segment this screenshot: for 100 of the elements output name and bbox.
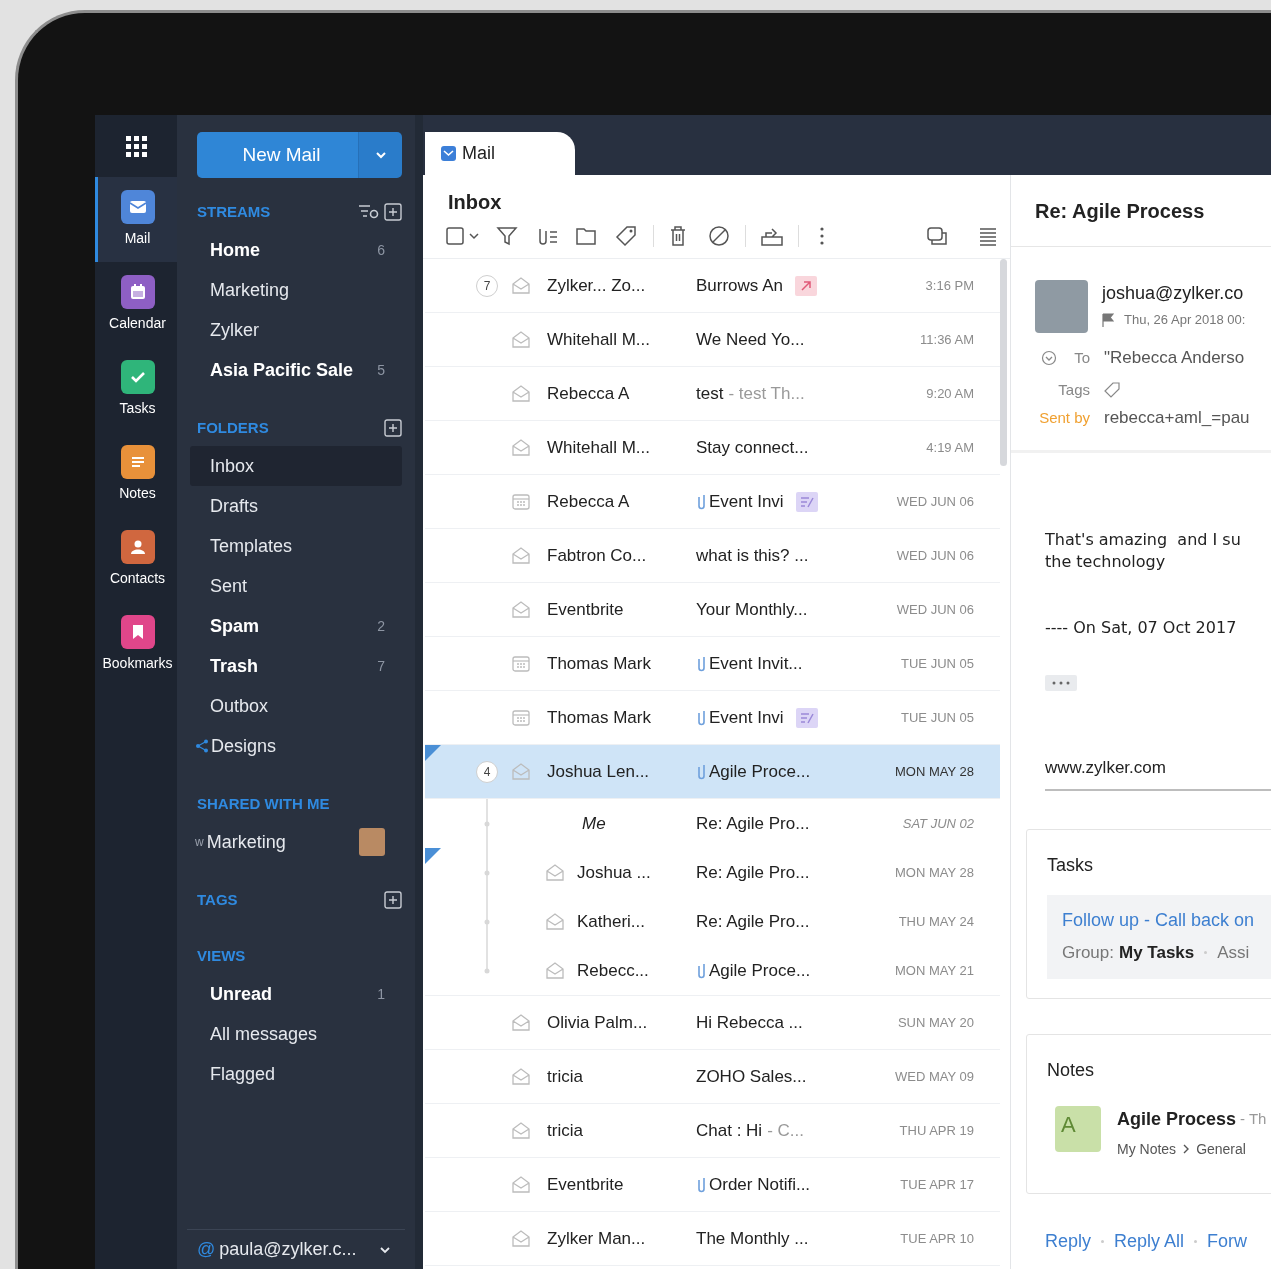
scrollbar-thumb[interactable] xyxy=(1000,259,1007,466)
caret-icon xyxy=(379,1245,391,1254)
message-date: MON MAY 28 xyxy=(894,863,975,882)
reply-action-link[interactable]: Reply All xyxy=(1114,1227,1185,1255)
breadcrumb-item[interactable]: General xyxy=(1196,1138,1246,1160)
envelope-icon xyxy=(511,438,531,457)
unread-count: 1 xyxy=(377,984,385,1004)
folder-icon[interactable] xyxy=(575,225,597,247)
folder-item[interactable]: Templates xyxy=(190,526,402,566)
sender-name: tricia xyxy=(547,1065,584,1088)
message-subject: Stay connect... xyxy=(696,436,809,459)
message-subject: Chat : Hi xyxy=(696,1119,763,1142)
folder-item[interactable]: Spam 2 xyxy=(190,606,402,646)
mail-tab[interactable]: Mail xyxy=(425,132,575,175)
folder-item[interactable]: All messages xyxy=(190,1014,402,1054)
caret-icon xyxy=(374,151,387,159)
task-item[interactable]: Follow up - Call back on Group: My Tasks Assi xyxy=(1047,894,1271,979)
folder-item[interactable]: Unread 1 xyxy=(190,974,402,1014)
section-heading: VIEWS xyxy=(197,945,247,966)
envelope-icon xyxy=(545,912,565,931)
sender-name: Thomas Mark xyxy=(547,652,652,675)
filter-settings-icon[interactable] xyxy=(358,203,380,221)
message-date: THU APR 19 xyxy=(898,1121,975,1140)
account-switcher[interactable]: @ paula@zylker.c... xyxy=(187,1229,405,1269)
note-item[interactable]: A Agile Process - Th My Notes General xyxy=(1047,1105,1271,1160)
folder-item[interactable]: Inbox xyxy=(190,446,402,486)
expand-circle-icon[interactable] xyxy=(1041,350,1057,366)
sender-name: Zylker Man... xyxy=(547,1227,647,1250)
message-title: Re: Agile Process xyxy=(1011,175,1271,247)
folder-item[interactable]: Marketing xyxy=(190,270,402,310)
tag-icon[interactable] xyxy=(1104,382,1120,398)
unread-count: 5 xyxy=(377,360,385,380)
delete-icon[interactable] xyxy=(668,225,688,247)
field-label: Tags xyxy=(1058,379,1090,400)
folder-item[interactable]: Zylker xyxy=(190,310,402,350)
unread-count: 7 xyxy=(377,656,385,676)
breadcrumb-item[interactable]: My Notes xyxy=(1117,1138,1177,1160)
archive-icon[interactable] xyxy=(760,225,784,247)
filter-icon[interactable] xyxy=(496,225,518,247)
add-button[interactable] xyxy=(384,203,402,221)
message-date: 3:16 PM xyxy=(924,276,975,295)
message-date: WED MAY 09 xyxy=(894,1067,975,1086)
message-date: TUE APR 10 xyxy=(899,1229,975,1248)
app-switcher-item[interactable]: Calendar xyxy=(95,262,177,347)
reply-action-link[interactable]: Reply xyxy=(1045,1227,1092,1255)
folder-item[interactable]: Sent xyxy=(190,566,402,606)
show-quoted-button[interactable] xyxy=(1045,675,1077,691)
folder-item[interactable]: Home 6 xyxy=(190,230,402,270)
menu-icon[interactable] xyxy=(978,225,998,247)
sender-name: Rebecca A xyxy=(547,490,631,513)
sender-name: Fabtron Co... xyxy=(547,544,648,567)
folder-item[interactable]: Designs xyxy=(190,726,402,766)
folder-item[interactable]: Outbox xyxy=(190,686,402,726)
tag-icon[interactable] xyxy=(615,225,637,247)
envelope-icon xyxy=(511,762,531,781)
sender-name: Me xyxy=(581,812,607,835)
dots-icon xyxy=(1051,681,1071,685)
more-options-icon[interactable] xyxy=(819,225,825,247)
field-value: "Rebecca Anderso xyxy=(1104,347,1245,370)
sender-name: tricia xyxy=(547,1119,584,1142)
folder-item[interactable]: w Marketing xyxy=(175,822,402,862)
new-mail-button[interactable]: New Mail xyxy=(197,132,358,178)
select-all-checkbox[interactable] xyxy=(446,225,480,247)
unread-count: 6 xyxy=(377,240,385,260)
folder-item[interactable]: Asia Pacific Sale 5 xyxy=(190,350,402,390)
app-switcher-item[interactable]: Contacts xyxy=(95,517,177,602)
message-preview: - C... xyxy=(767,1119,804,1142)
conversation-view-icon[interactable] xyxy=(926,225,948,247)
card-title: Notes xyxy=(1047,1058,1096,1082)
app-switcher-item[interactable]: Bookmarks xyxy=(95,602,177,687)
app-switcher-item[interactable]: Notes xyxy=(95,432,177,517)
message-subject: The Monthly ... xyxy=(696,1227,809,1250)
message-subject: Agile Proce... xyxy=(709,959,811,982)
task-group: My Tasks xyxy=(1119,939,1195,965)
field-label: To xyxy=(1074,347,1090,368)
sender-name: Rebecc... xyxy=(577,959,650,982)
task-link[interactable]: Follow up - Call back on xyxy=(1062,906,1271,934)
message-date: THU MAY 24 xyxy=(897,912,975,931)
message-subject: Hi Rebecca ... xyxy=(696,1011,803,1034)
folder-item[interactable]: Trash 7 xyxy=(190,646,402,686)
signature-link[interactable]: www.zylker.com xyxy=(1045,755,1271,791)
app-switcher-item[interactable]: Mail xyxy=(95,177,177,262)
add-button[interactable] xyxy=(384,419,402,437)
add-button[interactable] xyxy=(384,891,402,909)
owner-initial: w xyxy=(195,834,204,851)
message-subject: Burrows An xyxy=(696,274,783,297)
folder-item[interactable]: Drafts xyxy=(190,486,402,526)
envelope-icon xyxy=(511,330,531,349)
app-switcher-item[interactable]: Tasks xyxy=(95,347,177,432)
reply-action-link[interactable]: Forw xyxy=(1207,1227,1248,1255)
note-title: Agile Process xyxy=(1117,1107,1237,1131)
field-label: Sent by xyxy=(1039,407,1090,428)
apps-grid-icon[interactable] xyxy=(125,135,147,157)
message-date: 11:36 AM xyxy=(919,330,975,349)
message-date: 9:20 AM xyxy=(925,384,975,403)
account-email: paula@zylker.c... xyxy=(219,1238,358,1261)
message-row[interactable]: 4 Joshua Len... Agile Proce... MON MAY 28 xyxy=(425,745,1000,799)
block-icon[interactable] xyxy=(708,225,730,247)
message-date: SUN MAY 20 xyxy=(896,1013,975,1032)
folder-item[interactable]: Flagged xyxy=(190,1054,402,1094)
